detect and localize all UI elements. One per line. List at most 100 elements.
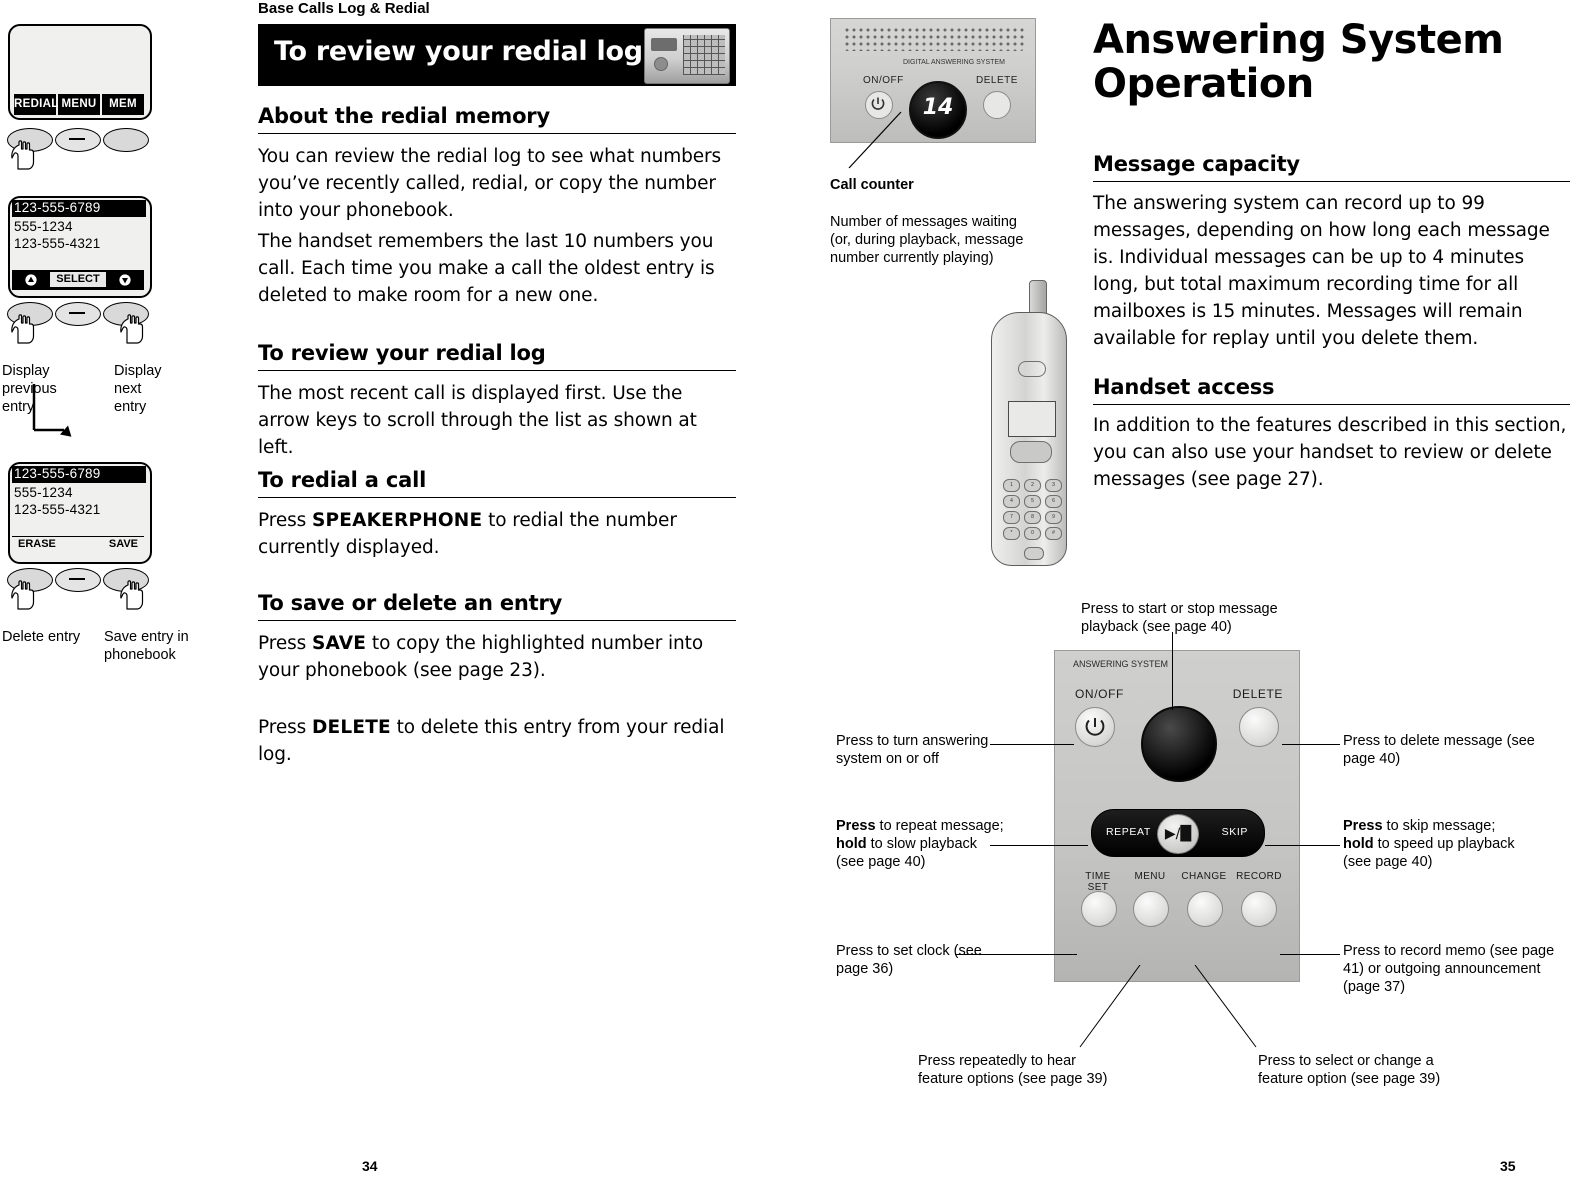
softkey-button-center-mid[interactable]	[55, 302, 101, 326]
paragraph-redial: Press SPEAKERPHONE to redial the number …	[258, 507, 736, 561]
heading-handset-access: Handset access	[1093, 375, 1570, 405]
leader-play-stop	[1172, 632, 1173, 710]
heading-save-delete-entry: To save or delete an entry	[258, 591, 736, 621]
page-title: To review your redial log	[274, 36, 643, 67]
paragraph-about-1: You can review the redial log to see wha…	[258, 146, 722, 221]
leader-feature-options	[1079, 965, 1257, 1048]
photo-delete-label: DELETE	[976, 75, 1018, 86]
center-dash-mid	[69, 312, 85, 314]
lcd-line-3: 123-555-4321	[14, 236, 101, 251]
thumbnail-button	[654, 57, 668, 71]
power-icon-diagram	[1085, 718, 1105, 736]
photo-delete-button[interactable]	[983, 91, 1011, 119]
record-button[interactable]	[1241, 891, 1277, 927]
change-button[interactable]	[1187, 891, 1223, 927]
paragraph-delete: Press DELETE to delete this entry from y…	[258, 714, 736, 768]
callout-skip-message: Press to skip message; hold to speed up …	[1343, 817, 1553, 871]
save-bold-key: SAVE	[311, 633, 367, 654]
photo-onoff-label: ON/OFF	[863, 75, 904, 86]
softkey-button-right-top[interactable]	[103, 128, 149, 152]
manual-page-spread: Base Calls Log & Redial To review your r…	[0, 0, 1576, 1180]
caption-save-entry: Save entry in phonebook	[104, 629, 189, 663]
running-head: Base Calls Log & Redial	[258, 0, 430, 17]
handset-key-3[interactable]: 3	[1045, 479, 1062, 492]
softkey-button-center-bottom[interactable]	[55, 568, 101, 592]
delete-bold-key: DELETE	[311, 717, 391, 738]
leader-delete-message	[1282, 744, 1340, 745]
page-number-left: 34	[362, 1158, 378, 1174]
callout-play-stop: Press to start or stop message playback …	[1081, 601, 1278, 635]
lcd-illustration-erase-save: 123-555-6789 555-1234 123-555-4321 ERASE…	[8, 462, 152, 564]
handset-earpiece	[1018, 361, 1046, 377]
softkey-save[interactable]: SAVE	[109, 538, 138, 550]
handset-key-2[interactable]: 2	[1024, 479, 1041, 492]
redial-pre: Press	[258, 510, 312, 531]
skip-rest: to skip message;	[1382, 818, 1496, 834]
skip-label: SKIP	[1221, 826, 1248, 838]
softkey-redial[interactable]: REDIAL	[14, 94, 58, 115]
pointing-hand-icon-mid-left	[11, 314, 35, 344]
delete-button[interactable]	[1239, 707, 1279, 747]
lcd2-line-3: 123-555-4321	[14, 502, 101, 517]
handset-illustration: 1 2 3 4 5 6 7 8 9 * 0 #	[985, 280, 1071, 570]
thumbnail-keypad	[683, 35, 725, 75]
brand-label: DIGITAL ANSWERING SYSTEM	[903, 59, 1005, 66]
pointing-hand-icon-top	[11, 140, 35, 170]
lcd-line-highlighted-1: 123-555-6789	[12, 200, 146, 217]
handset-keypad: 1 2 3 4 5 6 7 8 9 * 0 #	[1003, 445, 1062, 565]
softkey-erase[interactable]: ERASE	[18, 538, 56, 550]
callout-set-clock: Press to set clock (see page 36)	[836, 943, 982, 977]
page-title-bar: To review your redial log	[258, 24, 736, 86]
softkey-menu[interactable]: MENU	[58, 94, 100, 115]
lcd-softkey-bar: SELECT	[12, 270, 144, 290]
softkey-mem[interactable]: MEM	[102, 94, 144, 115]
handset-key-6[interactable]: 6	[1045, 495, 1062, 508]
handset-screen	[1008, 401, 1056, 437]
skip-press-bold: Press	[1343, 818, 1383, 834]
flow-arrow-down-icon	[32, 384, 72, 437]
lcd-line-2: 555-1234	[14, 219, 73, 234]
handset-key-9[interactable]: 9	[1045, 511, 1062, 524]
handset-key-talk[interactable]	[1024, 547, 1044, 560]
call-counter-value: 14	[922, 95, 954, 120]
repeat-label: REPEAT	[1106, 826, 1151, 838]
handset-key-8[interactable]: 8	[1024, 511, 1041, 524]
call-counter-label: Call counter	[830, 177, 914, 193]
play-pause-button[interactable]: ▶/█	[1157, 814, 1199, 854]
handset-key-1[interactable]: 1	[1003, 479, 1020, 492]
center-dash-bottom	[69, 578, 85, 580]
arrow-down-icon	[119, 274, 131, 286]
change-label: CHANGE	[1181, 871, 1227, 882]
page-number-right: 35	[1500, 1158, 1516, 1174]
heading-message-capacity: Message capacity	[1093, 152, 1570, 182]
softkey-select[interactable]: SELECT	[50, 272, 106, 287]
handset-key-0[interactable]: 0	[1024, 527, 1041, 540]
redial-bold-key: SPEAKERPHONE	[311, 510, 483, 531]
diagram-onoff-label: ON/OFF	[1075, 687, 1124, 701]
repeat-skip-bar: REPEAT SKIP ▶/█	[1091, 809, 1265, 857]
leader-turn-on-off	[990, 744, 1074, 745]
handset-key-pound[interactable]: #	[1045, 527, 1062, 540]
play-stop-knob[interactable]	[1141, 706, 1217, 782]
record-label: RECORD	[1236, 871, 1282, 882]
handset-body: 1 2 3 4 5 6 7 8 9 * 0 #	[991, 312, 1067, 566]
menu-button[interactable]	[1133, 891, 1169, 927]
repeat-press-bold: Press	[836, 818, 876, 834]
heading-about-redial-memory: About the redial memory	[258, 104, 736, 134]
callout-delete-message: Press to delete message (see page 40)	[1343, 733, 1535, 767]
repeat-hold-rest: to slow playback	[866, 836, 978, 852]
lcd-illustration-select: 123-555-6789 555-1234 123-555-4321 SELEC…	[8, 196, 152, 298]
handset-key-4[interactable]: 4	[1003, 495, 1020, 508]
skip-page-ref: (see page 40)	[1343, 854, 1433, 870]
handset-key-star[interactable]: *	[1003, 527, 1020, 540]
arrow-up-icon	[25, 274, 37, 286]
time-set-button[interactable]	[1081, 891, 1117, 927]
left-page: Base Calls Log & Redial To review your r…	[0, 0, 780, 1180]
onoff-button[interactable]	[1075, 707, 1115, 747]
handset-key-5[interactable]: 5	[1024, 495, 1041, 508]
softkey-button-center-top[interactable]	[55, 128, 101, 152]
diagram-brand-label: ANSWERING SYSTEM	[1073, 659, 1169, 669]
handset-key-7[interactable]: 7	[1003, 511, 1020, 524]
paragraph-review-1: The most recent call is displayed first.…	[258, 383, 697, 458]
callout-turn-on-off: Press to turn answering system on or off	[836, 733, 989, 767]
